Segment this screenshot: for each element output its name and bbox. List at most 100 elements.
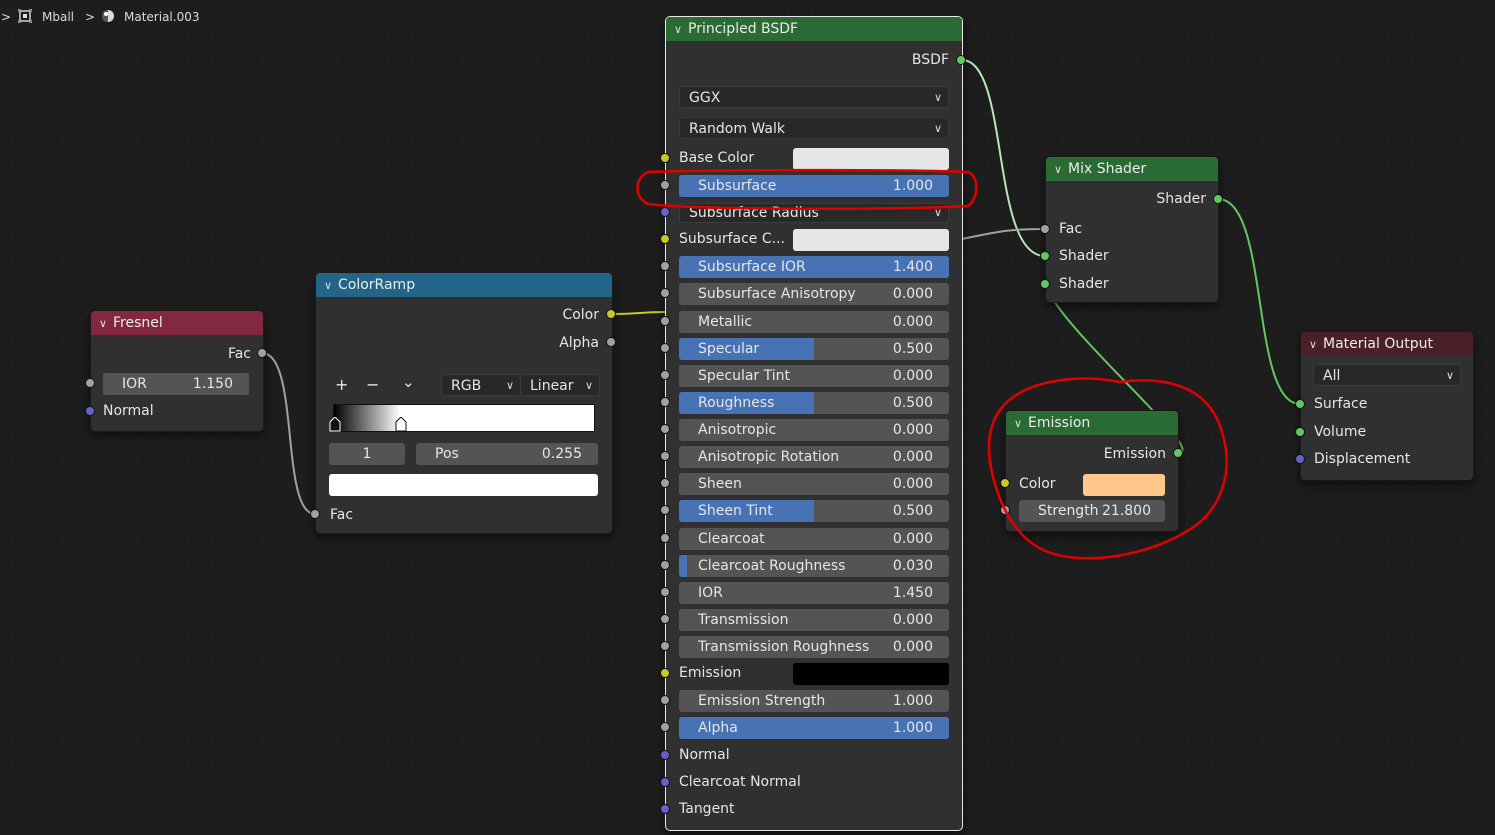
alpha-socket[interactable] <box>660 722 670 732</box>
alpha-slider[interactable]: Alpha 1.000 <box>679 717 949 739</box>
roughness-socket[interactable] <box>660 397 670 407</box>
principled-header[interactable]: ∨ Principled BSDF <box>666 17 962 41</box>
ior-slider[interactable]: IOR 1.450 <box>679 582 949 604</box>
subsurface-color-swatch[interactable] <box>793 229 949 251</box>
subsurface-radius-field[interactable]: Subsurface Radius ∨ <box>679 203 949 223</box>
emission-header[interactable]: ∨ Emission <box>1006 411 1178 435</box>
chevron-down-icon[interactable]: ∨ <box>99 312 113 336</box>
metallic-slider[interactable]: Metallic 0.000 <box>679 311 949 333</box>
specular-socket[interactable] <box>660 343 670 353</box>
mix-shader2-socket[interactable] <box>1040 279 1050 289</box>
fresnel-header[interactable]: ∨ Fresnel <box>91 311 263 335</box>
colorramp-color-socket[interactable] <box>606 309 616 319</box>
subsurface-anisotropy-slider[interactable]: Subsurface Anisotropy 0.000 <box>679 283 949 305</box>
sheen-socket[interactable] <box>660 478 670 488</box>
emission-node[interactable]: ∨ Emission Emission Color Strength 21.800 <box>1005 410 1179 532</box>
clearcoat-roughness-socket[interactable] <box>660 560 670 570</box>
anisotropic-rotation-socket[interactable] <box>660 451 670 461</box>
colorramp-menu-button[interactable]: ⌄ <box>402 373 415 391</box>
sheen-slider[interactable]: Sheen 0.000 <box>679 473 949 495</box>
principled-bsdf-node[interactable]: ∨ Principled BSDF BSDF GGX ∨ Random Walk ∨ … <box>665 16 963 831</box>
colorramp-gradient-bar[interactable] <box>329 404 595 432</box>
colorramp-fac-socket[interactable] <box>310 509 320 519</box>
subsurface-anisotropy-socket[interactable] <box>660 288 670 298</box>
roughness-slider[interactable]: Roughness 0.500 <box>679 392 949 414</box>
material-output-header[interactable]: ∨ Material Output <box>1301 332 1473 356</box>
specular-tint-slider[interactable]: Specular Tint 0.000 <box>679 365 949 387</box>
output-surface-socket[interactable] <box>1295 399 1305 409</box>
distribution-select[interactable]: GGX ∨ <box>679 86 949 108</box>
breadcrumb-object[interactable]: Mball <box>42 10 74 24</box>
clearcoat-normal-socket[interactable] <box>660 777 670 787</box>
fresnel-ior-socket[interactable] <box>85 378 95 388</box>
specular-tint-socket[interactable] <box>660 370 670 380</box>
mix-shader-header[interactable]: ∨ Mix Shader <box>1046 157 1218 181</box>
link-bsdf-mix-shader[interactable] <box>961 59 1046 257</box>
add-stop-button[interactable]: + <box>335 375 348 394</box>
base-color-swatch[interactable] <box>793 148 949 170</box>
fresnel-ior-field[interactable]: IOR 1.150 <box>103 373 249 395</box>
sheen-tint-socket[interactable] <box>660 505 670 515</box>
link-mix-output-surface[interactable] <box>1217 198 1301 405</box>
link-fresnel-colorramp[interactable] <box>261 352 316 515</box>
subsurface-method-select[interactable]: Random Walk ∨ <box>679 117 949 139</box>
emission-strength-slider[interactable]: Emission Strength 1.000 <box>679 690 949 712</box>
colorramp-mode-select[interactable]: RGB ∨ <box>441 374 521 396</box>
mix-shader1-socket[interactable] <box>1040 251 1050 261</box>
remove-stop-button[interactable]: − <box>366 375 379 394</box>
colorramp-interpolation-select[interactable]: Linear ∨ <box>520 374 600 396</box>
mix-fac-socket[interactable] <box>1040 224 1050 234</box>
subsurface-color-socket[interactable] <box>660 234 670 244</box>
mix-shader-node[interactable]: ∨ Mix Shader Shader Fac Shader Shader <box>1045 156 1219 303</box>
tangent-socket[interactable] <box>660 804 670 814</box>
transmission-roughness-slider[interactable]: Transmission Roughness 0.000 <box>679 636 949 658</box>
subsurface-socket[interactable] <box>660 180 670 190</box>
stop-color-swatch[interactable] <box>329 474 598 496</box>
subsurface-radius-socket[interactable] <box>660 207 670 217</box>
transmission-socket[interactable] <box>660 614 670 624</box>
stop-position-field[interactable]: Pos 0.255 <box>416 443 598 465</box>
fresnel-normal-socket[interactable] <box>85 406 95 416</box>
chevron-down-icon[interactable]: ∨ <box>324 274 338 298</box>
link-mix-fac[interactable] <box>961 228 1046 240</box>
stop-index-field[interactable]: 1 <box>329 443 405 465</box>
sheen-tint-slider[interactable]: Sheen Tint 0.500 <box>679 500 949 522</box>
subsurface-ior-slider[interactable]: Subsurface IOR 1.400 <box>679 256 949 278</box>
chevron-down-icon[interactable]: ∨ <box>1014 412 1028 436</box>
subsurface-slider[interactable]: Subsurface 1.000 <box>679 175 949 197</box>
anisotropic-rotation-slider[interactable]: Anisotropic Rotation 0.000 <box>679 446 949 468</box>
emission-color-socket[interactable] <box>1000 478 1010 488</box>
colorramp-header[interactable]: ∨ ColorRamp <box>316 273 612 297</box>
bsdf-output-socket[interactable] <box>956 55 966 65</box>
chevron-down-icon[interactable]: ∨ <box>1309 333 1323 357</box>
fresnel-node[interactable]: ∨ Fresnel Fac IOR 1.150 Normal <box>90 310 264 432</box>
emission-node-color-swatch[interactable] <box>1083 474 1165 496</box>
emission-strength-socket[interactable] <box>1000 505 1010 515</box>
anisotropic-slider[interactable]: Anisotropic 0.000 <box>679 419 949 441</box>
output-target-select[interactable]: All ∨ <box>1313 364 1461 386</box>
anisotropic-socket[interactable] <box>660 424 670 434</box>
metallic-socket[interactable] <box>660 316 670 326</box>
material-output-node[interactable]: ∨ Material Output All ∨ Surface Volume Dis… <box>1300 331 1474 481</box>
transmission-slider[interactable]: Transmission 0.000 <box>679 609 949 631</box>
color-stop-0-handle[interactable] <box>329 417 341 432</box>
link-colorramp-principled[interactable] <box>610 311 666 315</box>
emission-strength-field[interactable]: Strength 21.800 <box>1019 500 1165 522</box>
clearcoat-roughness-slider[interactable]: Clearcoat Roughness 0.030 <box>679 555 949 577</box>
clearcoat-slider[interactable]: Clearcoat 0.000 <box>679 528 949 550</box>
normal-socket[interactable] <box>660 750 670 760</box>
subsurface-ior-socket[interactable] <box>660 261 670 271</box>
emission-strength-socket[interactable] <box>660 695 670 705</box>
chevron-down-icon[interactable]: ∨ <box>1054 158 1068 182</box>
colorramp-node[interactable]: ∨ ColorRamp Color Alpha + − ⌄ RGB ∨ Linear… <box>315 272 613 534</box>
colorramp-alpha-socket[interactable] <box>606 337 616 347</box>
breadcrumb-toggle-icon[interactable]: > <box>1 10 11 24</box>
transmission-roughness-socket[interactable] <box>660 641 670 651</box>
ior-socket[interactable] <box>660 587 670 597</box>
chevron-down-icon[interactable]: ∨ <box>674 18 688 42</box>
color-stop-1-handle[interactable] <box>395 417 407 432</box>
breadcrumb-material[interactable]: Material.003 <box>124 10 199 24</box>
emission-output-socket[interactable] <box>1173 448 1183 458</box>
emission-color-swatch[interactable] <box>793 663 949 685</box>
fresnel-fac-socket[interactable] <box>257 348 267 358</box>
